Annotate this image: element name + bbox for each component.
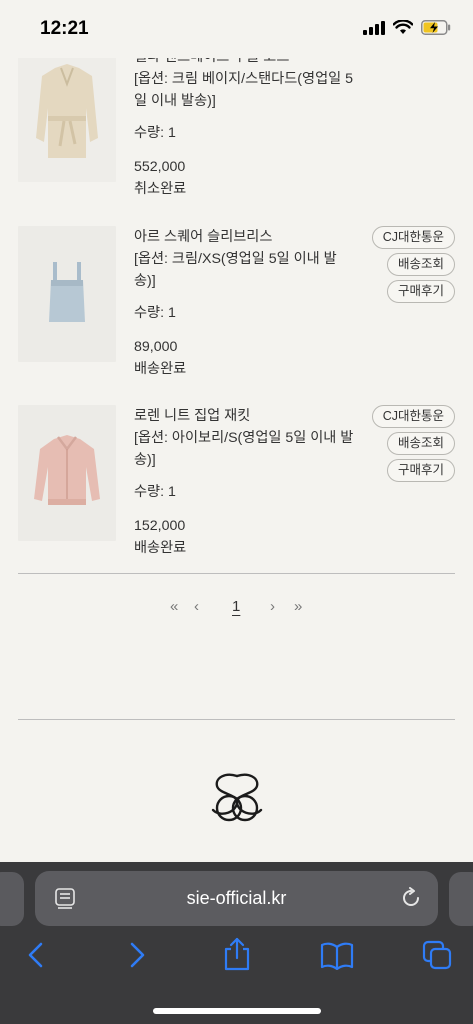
product-option: [옵션: 아이보리/S(영업일 5일 이내 발송)]	[134, 430, 354, 468]
next-page-button[interactable]: ›	[270, 598, 275, 615]
product-thumbnail[interactable]	[18, 405, 116, 541]
brand-logo[interactable]	[207, 770, 267, 826]
product-name[interactable]: 아르 스퀘어 슬리브리스	[134, 226, 354, 248]
courier-button[interactable]: CJ대한통운	[371, 226, 455, 249]
tabs-icon[interactable]	[422, 940, 452, 970]
order-list-page: 벨라 핸드메이드 부클 코트 [옵션: 크림 베이지/스탠다드(영업일 5일 이…	[0, 0, 473, 862]
status-time: 12:21	[40, 18, 89, 39]
product-price: 152,000	[134, 518, 186, 534]
coat-image	[18, 46, 116, 182]
product-quantity: 수량: 1	[134, 484, 176, 500]
order-info: 로렌 니트 집업 재킷 [옵션: 아이보리/S(영업일 5일 이내 발송)] 수…	[134, 405, 354, 559]
product-name[interactable]: 로렌 니트 집업 재킷	[134, 405, 354, 427]
status-icons	[363, 20, 451, 35]
track-delivery-button[interactable]: 배송조회	[386, 432, 455, 455]
order-item: 아르 스퀘어 슬리브리스 [옵션: 크림/XS(영업일 5일 이내 발송)] 수…	[18, 226, 455, 377]
status-bar: 12:21	[0, 0, 473, 58]
order-status: 배송완료	[134, 361, 187, 377]
product-price: 89,000	[134, 339, 178, 355]
product-thumbnail[interactable]	[18, 226, 116, 362]
product-option: [옵션: 크림/XS(영업일 5일 이내 발송)]	[134, 251, 337, 289]
last-page-button[interactable]: »	[294, 598, 302, 615]
battery-charging-icon	[421, 20, 451, 35]
browser-toolbar: sie-official.kr	[0, 862, 473, 1024]
write-review-button[interactable]: 구매후기	[386, 459, 455, 482]
product-price: 552,000	[134, 159, 186, 175]
knit-jacket-image	[18, 405, 116, 541]
signal-icon	[363, 20, 385, 35]
order-status: 배송완료	[134, 540, 187, 556]
track-delivery-button[interactable]: 배송조회	[386, 253, 455, 276]
url-text[interactable]: sie-official.kr	[35, 871, 438, 926]
previous-tab-peek[interactable]	[0, 872, 24, 926]
first-page-button[interactable]: «	[170, 598, 178, 615]
order-actions: CJ대한통운 배송조회 구매후기	[371, 226, 455, 303]
home-indicator[interactable]	[153, 1008, 321, 1014]
order-actions: CJ대한통운 배송조회 구매후기	[371, 405, 455, 482]
product-thumbnail[interactable]	[18, 46, 116, 182]
order-info: 아르 스퀘어 슬리브리스 [옵션: 크림/XS(영업일 5일 이내 발송)] 수…	[134, 226, 354, 380]
wifi-icon	[393, 20, 413, 34]
product-quantity: 수량: 1	[134, 125, 176, 141]
sleeveless-top-image	[18, 226, 116, 362]
next-tab-peek[interactable]	[449, 872, 473, 926]
footer-divider	[18, 719, 455, 720]
product-quantity: 수량: 1	[134, 305, 176, 321]
address-bar[interactable]: sie-official.kr	[35, 871, 438, 926]
list-divider	[18, 573, 455, 574]
bookmarks-icon[interactable]	[320, 942, 354, 970]
share-icon[interactable]	[222, 936, 252, 972]
order-item: 로렌 니트 집업 재킷 [옵션: 아이보리/S(영업일 5일 이내 발송)] 수…	[18, 405, 455, 556]
forward-icon[interactable]	[127, 940, 147, 970]
reload-icon[interactable]	[400, 887, 422, 909]
page-number-current[interactable]: 1	[232, 598, 240, 615]
write-review-button[interactable]: 구매후기	[386, 280, 455, 303]
product-option: [옵션: 크림 베이지/스탠다드(영업일 5일 이내 발송)]	[134, 71, 354, 109]
pagination: « ‹ 1 › »	[0, 598, 473, 622]
order-info: 벨라 핸드메이드 부클 코트 [옵션: 크림 베이지/스탠다드(영업일 5일 이…	[134, 46, 354, 200]
order-status: 취소완료	[134, 181, 187, 197]
prev-page-button[interactable]: ‹	[194, 598, 199, 615]
back-icon[interactable]	[26, 940, 46, 970]
courier-button[interactable]: CJ대한통운	[371, 405, 455, 428]
order-item: 벨라 핸드메이드 부클 코트 [옵션: 크림 베이지/스탠다드(영업일 5일 이…	[18, 46, 455, 197]
